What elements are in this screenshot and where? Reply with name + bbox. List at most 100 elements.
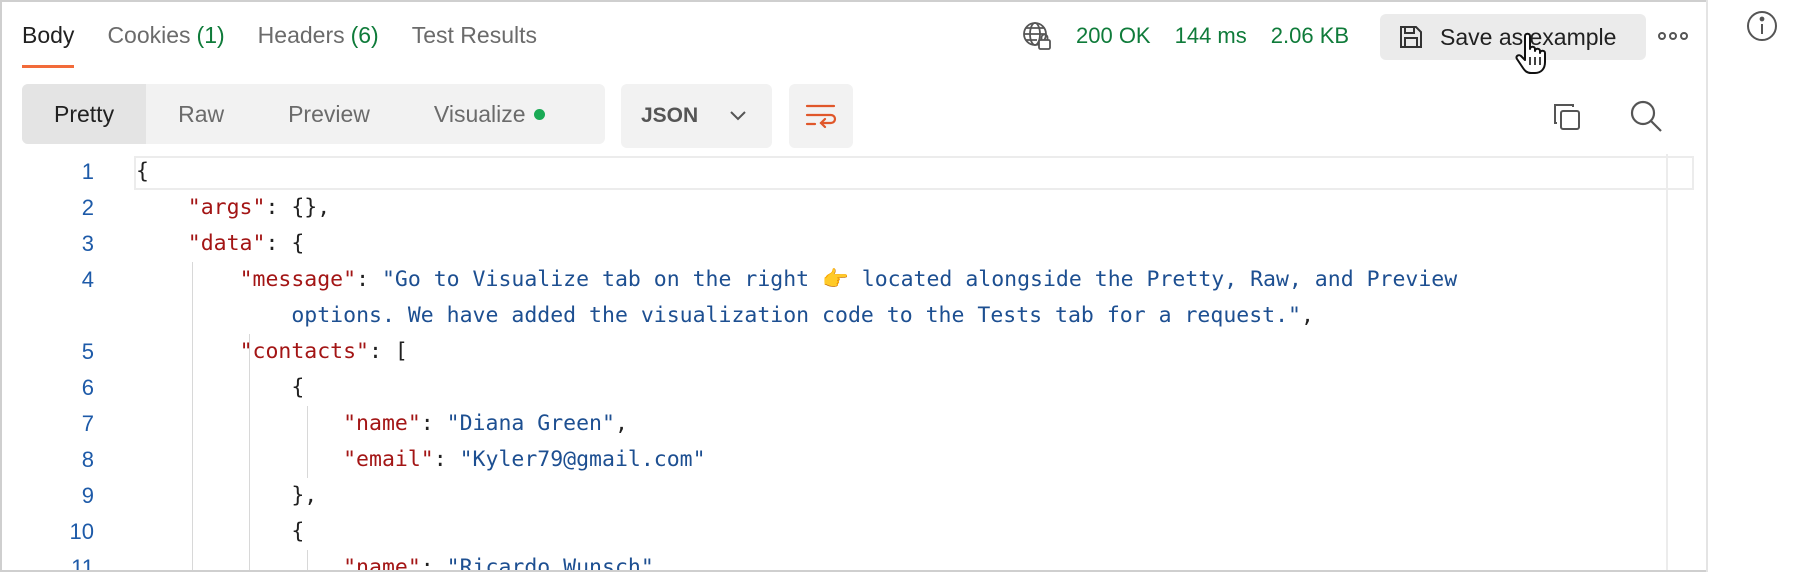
json-string: "Diana Green" <box>446 411 615 436</box>
json-punct: : <box>420 555 447 572</box>
json-key: "args" <box>187 195 266 220</box>
line-number: 4 <box>81 267 94 292</box>
tab-count: (1) <box>196 21 225 48</box>
editor-scrollbar-track[interactable] <box>1666 154 1668 570</box>
line-number: 11 <box>71 555 94 572</box>
save-as-example-button[interactable]: Save as example <box>1380 14 1646 60</box>
json-key: "name" <box>343 411 421 436</box>
visualize-status-dot <box>533 108 545 120</box>
line-number: 5 <box>81 339 94 364</box>
more-horizontal-icon[interactable] <box>1656 22 1690 50</box>
tab-label: Test Results <box>411 21 537 48</box>
json-punct: { <box>136 159 149 184</box>
view-mode-label: Preview <box>288 100 370 127</box>
chevron-down-icon <box>730 111 746 121</box>
code-line: { <box>136 370 304 406</box>
json-key: "email" <box>343 447 434 472</box>
tab-headers[interactable]: Headers (6) <box>258 2 379 68</box>
view-mode-selector: Pretty Raw Preview Visualize <box>22 84 605 144</box>
json-punct: : {}, <box>265 195 331 220</box>
view-mode-visualize[interactable]: Visualize <box>402 84 577 144</box>
code-line: }, <box>136 478 317 514</box>
text-wrap-icon <box>805 104 837 129</box>
json-string: "Ricardo Wunsch" <box>446 555 654 572</box>
search-icon[interactable] <box>1624 94 1668 138</box>
code-line: "args": {}, <box>136 190 330 226</box>
response-size: 2.06 KB <box>1270 23 1350 48</box>
active-line-highlight <box>134 156 1694 190</box>
code-line: "message": "Go to Visualize tab on the r… <box>136 262 1458 298</box>
view-mode-label: Raw <box>178 100 225 127</box>
line-number: 1 <box>81 159 94 184</box>
info-icon[interactable] <box>1744 8 1780 44</box>
code-line-wrapped: options. We have added the visualization… <box>136 298 1314 334</box>
response-time: 144 ms <box>1174 23 1247 48</box>
json-key: "name" <box>343 555 421 572</box>
format-select[interactable]: JSON <box>621 84 772 148</box>
text-wrap-button[interactable] <box>789 84 853 148</box>
line-number: 8 <box>81 447 94 472</box>
json-punct: : { <box>265 231 305 256</box>
code-line: { <box>136 154 149 190</box>
json-key: "message" <box>239 267 357 292</box>
line-number: 3 <box>81 231 94 256</box>
copy-icon[interactable] <box>1546 96 1588 138</box>
code-line: "data": { <box>136 226 305 262</box>
json-key: "data" <box>187 231 266 256</box>
code-line: "name": "Ricardo Wunsch", <box>136 550 667 572</box>
code-line: "contacts": [ <box>136 334 408 370</box>
json-string: "Go to Visualize tab on the right 👉 loca… <box>381 267 1458 292</box>
tab-body[interactable]: Body <box>22 2 75 68</box>
tab-cookies[interactable]: Cookies (1) <box>107 2 224 68</box>
json-punct-tail: , <box>653 555 667 572</box>
response-tabs: Body Cookies (1) Headers (6) Test Result… <box>22 2 570 68</box>
view-mode-label: Pretty <box>54 100 115 127</box>
right-sidebar <box>1706 0 1806 572</box>
json-punct: { <box>291 519 305 544</box>
line-number: 10 <box>69 519 94 544</box>
json-punct: }, <box>291 483 318 508</box>
tab-count: (6) <box>350 21 379 48</box>
tab-label: Headers <box>257 21 345 48</box>
code-editor[interactable]: 1 2 3 4 5 6 7 8 9 10 11 { "args": {}, "d… <box>2 154 1702 572</box>
json-punct-tail: , <box>614 411 628 436</box>
globe-lock-icon[interactable] <box>1020 19 1054 53</box>
hand-cursor-icon <box>1515 32 1546 74</box>
json-punct: : [ <box>369 339 408 364</box>
json-string: "Kyler79@gmail.com" <box>459 447 706 472</box>
json-key: "contacts" <box>239 339 370 364</box>
json-punct: : <box>433 447 460 472</box>
floppy-disk-icon <box>1396 22 1426 52</box>
line-number: 7 <box>81 411 94 436</box>
view-mode-pretty[interactable]: Pretty <box>22 84 147 144</box>
json-punct: { <box>291 375 305 400</box>
json-punct: : <box>420 411 447 436</box>
tab-label: Cookies <box>107 21 191 48</box>
format-selected: JSON <box>641 104 699 127</box>
line-number: 9 <box>81 483 94 508</box>
json-punct: : <box>356 267 382 292</box>
view-mode-raw[interactable]: Raw <box>146 84 256 144</box>
code-line: { <box>136 514 304 550</box>
view-mode-label: Visualize <box>433 100 526 127</box>
code-line: "email": "Kyler79@gmail.com" <box>136 442 706 478</box>
line-number: 6 <box>81 375 94 400</box>
json-string: options. We have added the visualization… <box>291 303 1301 328</box>
tab-test-results[interactable]: Test Results <box>412 2 537 68</box>
status-code: 200 OK <box>1076 23 1151 48</box>
line-number: 2 <box>81 195 94 220</box>
response-panel: Body Cookies (1) Headers (6) Test Result… <box>0 0 1806 572</box>
view-mode-preview[interactable]: Preview <box>256 84 402 144</box>
json-punct-tail: , <box>1300 303 1314 328</box>
